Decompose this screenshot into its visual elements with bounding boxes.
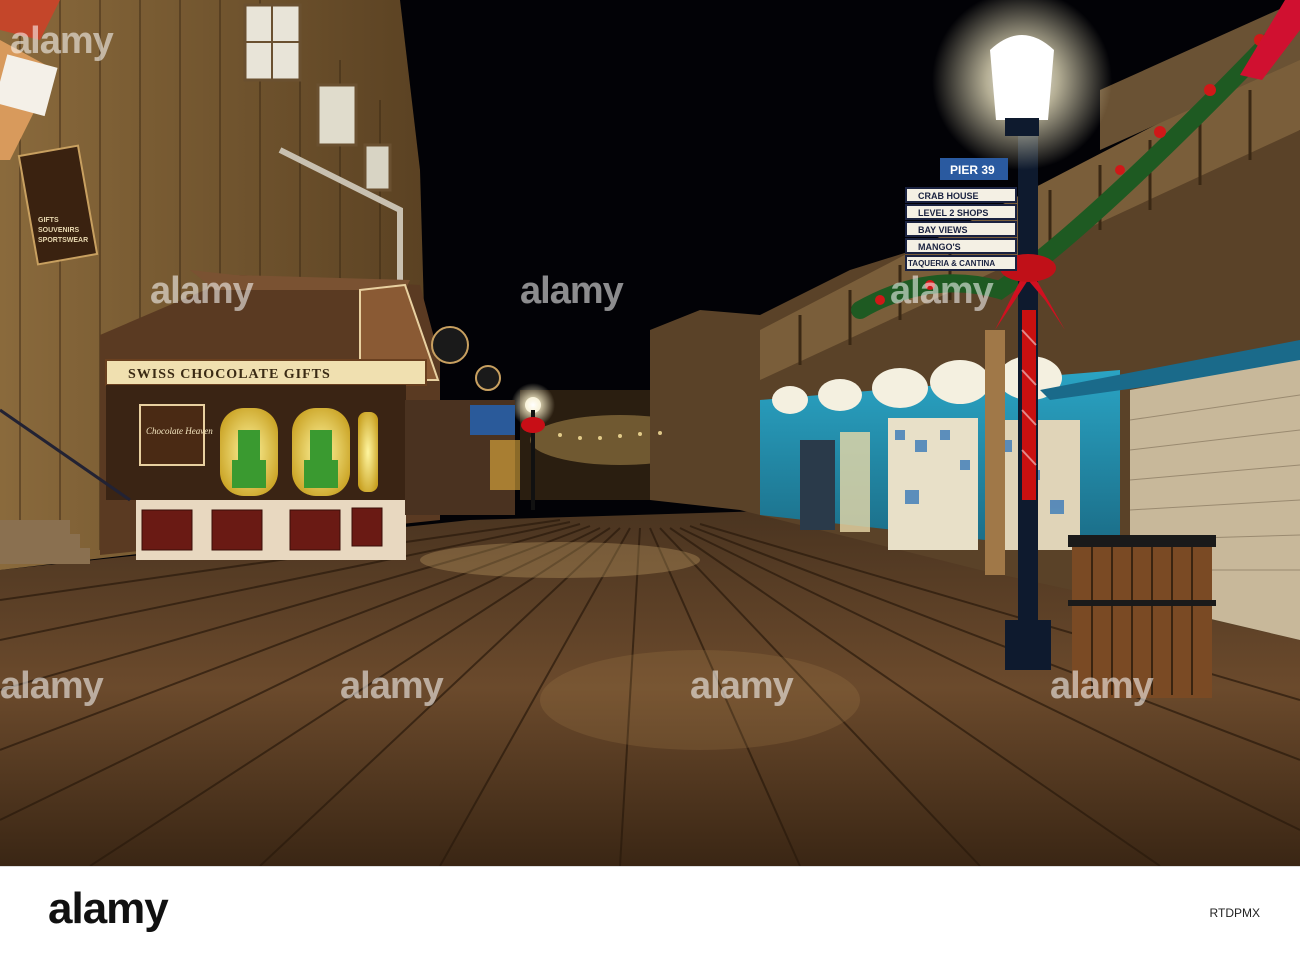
sign-mangos: MANGO'S — [918, 242, 961, 252]
alamy-logo[interactable]: alamy — [48, 884, 169, 934]
watermark: alamy — [0, 665, 104, 707]
window-plaque: Chocolate Heaven — [146, 426, 213, 436]
sign-bay-views: BAY VIEWS — [918, 225, 968, 235]
watermark: alamy — [890, 270, 994, 312]
pier-sign: PIER 39 — [950, 163, 995, 177]
photo-illustration: GIFTS SOUVENIRS SPORTSWEAR SWISS CHOCOLA… — [0, 0, 1300, 866]
footer-divider — [0, 866, 1300, 867]
direction-signs: CRAB HOUSE LEVEL 2 SHOPS BAY VIEWS MANGO… — [905, 187, 1017, 271]
footer-bar: alamy RTDPMX — [0, 866, 1300, 956]
watermark: alamy — [10, 20, 114, 62]
gifts-sign-line1: GIFTS — [38, 217, 59, 224]
watermark: alamy — [150, 270, 254, 312]
sign-level-2-shops: LEVEL 2 SHOPS — [918, 208, 988, 218]
store-main-sign: SWISS CHOCOLATE GIFTS — [128, 367, 331, 382]
watermark: alamy — [1050, 665, 1154, 707]
gifts-sign-line3: SPORTSWEAR — [38, 237, 88, 244]
gifts-sign-line2: SOUVENIRS — [38, 227, 80, 234]
sign-crab-house: CRAB HOUSE — [918, 191, 979, 201]
watermark: alamy — [520, 270, 624, 312]
sign-taqueria: TAQUERIA & CANTINA — [908, 259, 995, 268]
pier-night-photo: GIFTS SOUVENIRS SPORTSWEAR SWISS CHOCOLA… — [0, 0, 1300, 866]
stock-photo-frame: GIFTS SOUVENIRS SPORTSWEAR SWISS CHOCOLA… — [0, 0, 1300, 956]
image-id: RTDPMX — [1209, 906, 1260, 920]
watermark: alamy — [690, 665, 794, 707]
watermark: alamy — [340, 665, 444, 707]
